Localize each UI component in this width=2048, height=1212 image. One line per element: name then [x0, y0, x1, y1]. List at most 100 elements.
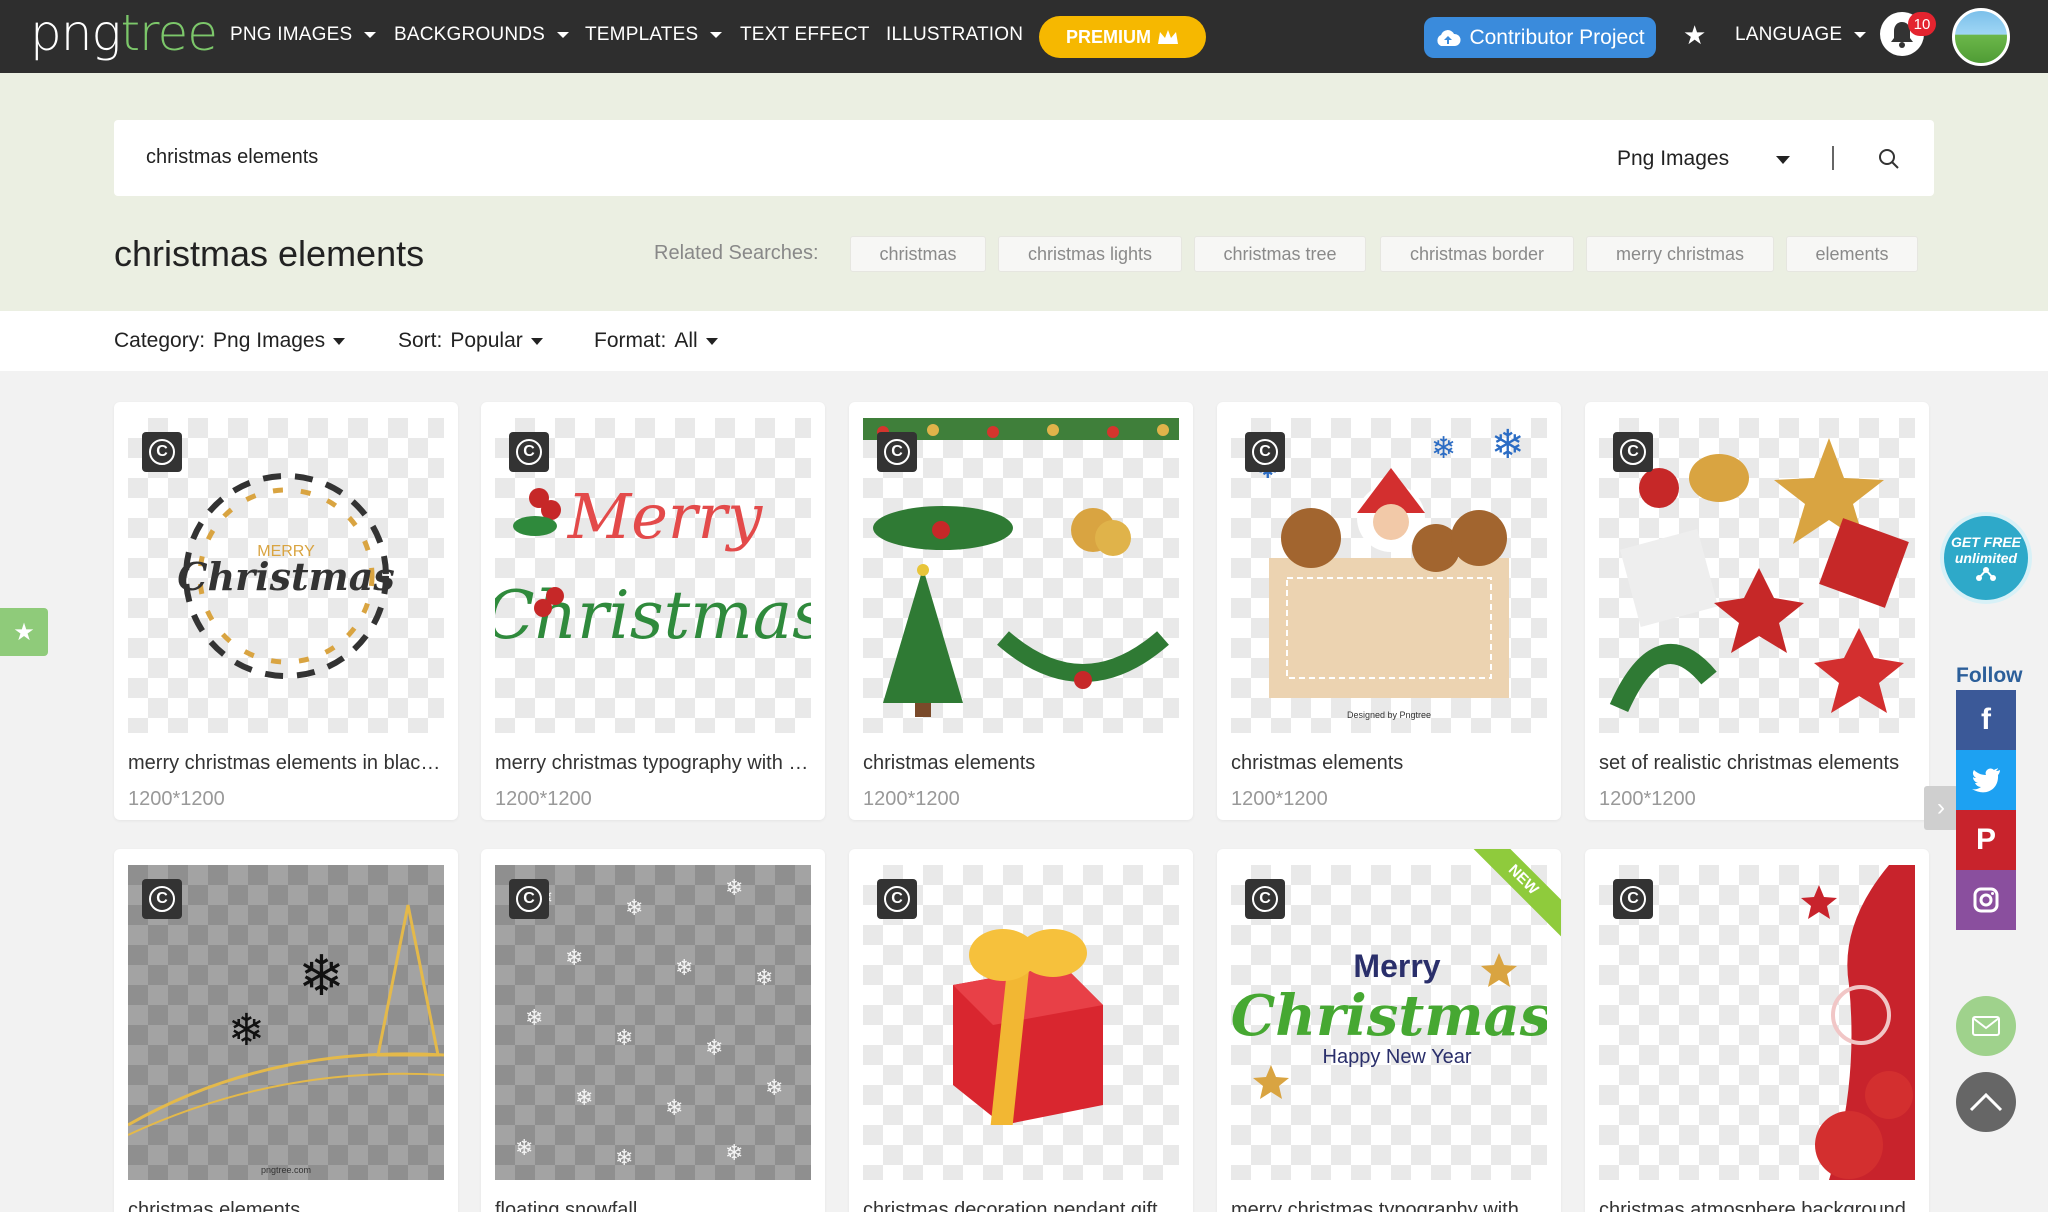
- copyright-icon: C: [1245, 432, 1285, 472]
- search-category-select[interactable]: Png Images: [1617, 147, 1729, 171]
- copyright-icon: C: [1613, 432, 1653, 472]
- card-thumbnail[interactable]: C: [1599, 865, 1915, 1180]
- back-to-top-icon[interactable]: [1956, 1072, 2016, 1132]
- copyright-icon: C: [142, 432, 182, 472]
- related-tag[interactable]: christmas tree: [1194, 236, 1366, 272]
- search-icon[interactable]: [1878, 148, 1900, 170]
- svg-text:❄: ❄: [675, 955, 693, 980]
- user-avatar[interactable]: [1952, 8, 2010, 66]
- related-tag[interactable]: elements: [1786, 236, 1918, 272]
- image-card[interactable]: C MERRY Christmas merry christmas elemen…: [114, 402, 458, 820]
- nav-png-images[interactable]: PNG IMAGES: [230, 24, 377, 46]
- image-card[interactable]: C Merry Christmas merry christmas typogr…: [481, 402, 825, 820]
- card-title[interactable]: christmas elements: [128, 1199, 446, 1212]
- copyright-icon: C: [877, 432, 917, 472]
- twitter-icon[interactable]: [1956, 750, 2016, 810]
- image-card[interactable]: C christmas atmosphere background: [1585, 849, 1929, 1212]
- related-tag[interactable]: christmas border: [1380, 236, 1574, 272]
- star-icon: ★: [13, 618, 35, 646]
- chevron-right-icon[interactable]: ›: [1924, 786, 1958, 830]
- snowflake-icon: ❄: [298, 944, 345, 1007]
- copyright-icon: C: [1613, 879, 1653, 919]
- svg-text:❄: ❄: [515, 1135, 533, 1160]
- card-title[interactable]: christmas atmosphere background: [1599, 1199, 1917, 1212]
- image-card[interactable]: C christmas elements 1200*1200: [849, 402, 1193, 820]
- image-card[interactable]: C christmas decoration pendant gift box: [849, 849, 1193, 1212]
- top-navbar: pngtree PNG IMAGES BACKGROUNDS TEMPLATES…: [0, 0, 2048, 73]
- svg-text:❄: ❄: [725, 875, 743, 900]
- image-card[interactable]: NEW C Merry Christmas Happy New Year mer…: [1217, 849, 1561, 1212]
- get-free-unlimited-badge[interactable]: GET FREE unlimited: [1940, 512, 2032, 604]
- page-title: christmas elements: [114, 233, 425, 274]
- related-tag[interactable]: merry christmas: [1586, 236, 1774, 272]
- card-title[interactable]: christmas elements: [863, 752, 1181, 775]
- copyright-icon: C: [509, 879, 549, 919]
- caret-down-icon: [705, 337, 718, 345]
- card-thumbnail[interactable]: C MERRY Christmas: [128, 418, 444, 733]
- related-tag[interactable]: christmas: [850, 236, 986, 272]
- cloud-upload-icon: [1437, 29, 1461, 46]
- nav-templates[interactable]: TEMPLATES: [585, 24, 723, 46]
- nav-backgrounds[interactable]: BACKGROUNDS: [394, 24, 570, 46]
- card-thumbnail[interactable]: C: [863, 865, 1179, 1180]
- filter-bar: Category: Png Images Sort: Popular Format:…: [0, 311, 2048, 371]
- pinterest-icon[interactable]: P: [1956, 810, 2016, 870]
- chevron-down-icon: [557, 32, 570, 38]
- related-tag[interactable]: christmas lights: [998, 236, 1182, 272]
- nav-illustration[interactable]: ILLUSTRATION: [886, 24, 1023, 46]
- notification-count-badge: 10: [1908, 12, 1936, 36]
- format-filter[interactable]: Format: All: [594, 329, 718, 353]
- card-thumbnail[interactable]: C ❄ ❄ pngtree.com: [128, 865, 444, 1180]
- chevron-down-icon: [1854, 32, 1867, 38]
- search-box: christmas elements Png Images: [114, 120, 1934, 196]
- image-card[interactable]: C ❄❄❄ ❄❄❄ ❄❄❄ ❄❄❄ ❄❄❄ floating snowfall: [481, 849, 825, 1212]
- card-thumbnail[interactable]: C: [1599, 418, 1915, 733]
- svg-text:❄: ❄: [755, 965, 773, 990]
- card-title[interactable]: set of realistic christmas elements: [1599, 752, 1917, 775]
- mail-icon[interactable]: [1956, 996, 2016, 1056]
- category-filter[interactable]: Category: Png Images: [114, 329, 346, 353]
- card-dimensions: 1200*1200: [128, 788, 225, 810]
- copyright-icon: C: [877, 879, 917, 919]
- contributor-project-button[interactable]: Contributor Project: [1424, 17, 1656, 58]
- snowflake-icon: ❄: [1491, 423, 1525, 467]
- crown-icon: [1158, 30, 1178, 44]
- card-thumbnail[interactable]: C Merry Christmas: [495, 418, 811, 733]
- pngtree-logo[interactable]: pngtree: [30, 4, 218, 62]
- sort-filter[interactable]: Sort: Popular: [398, 329, 543, 353]
- new-badge: NEW: [1471, 849, 1561, 939]
- card-title[interactable]: merry christmas typography with stars: [1231, 1199, 1549, 1212]
- svg-text:❄: ❄: [615, 1025, 633, 1050]
- card-title[interactable]: merry christmas typography with holly: [495, 752, 813, 775]
- card-thumbnail[interactable]: C ❄ ❄ ❄ Designed by Pngtree: [1231, 418, 1547, 733]
- card-dimensions: 1200*1200: [1599, 788, 1696, 810]
- card-thumbnail[interactable]: C: [863, 418, 1179, 733]
- image-card[interactable]: C set of realistic christmas elements 12…: [1585, 402, 1929, 820]
- search-input[interactable]: christmas elements: [146, 146, 318, 169]
- facebook-icon[interactable]: f: [1956, 690, 2016, 750]
- image-card[interactable]: C ❄ ❄ pngtree.com christmas elements: [114, 849, 458, 1212]
- svg-text:Happy New Year: Happy New Year: [1323, 1046, 1472, 1068]
- image-card[interactable]: C ❄ ❄ ❄ Designed by Pngtree christmas el…: [1217, 402, 1561, 820]
- svg-text:Merry: Merry: [1353, 948, 1440, 984]
- card-title[interactable]: floating snowfall: [495, 1199, 813, 1212]
- card-thumbnail[interactable]: C ❄❄❄ ❄❄❄ ❄❄❄ ❄❄❄ ❄❄❄: [495, 865, 811, 1180]
- svg-text:❄: ❄: [525, 1005, 543, 1030]
- copyright-icon: C: [142, 879, 182, 919]
- caret-down-icon: [333, 337, 346, 345]
- favorites-star-icon[interactable]: ★: [1683, 20, 1706, 51]
- instagram-icon[interactable]: [1956, 870, 2016, 930]
- copyright-icon: C: [1245, 879, 1285, 919]
- related-searches-label: Related Searches:: [654, 242, 819, 264]
- favorites-tab[interactable]: ★: [0, 608, 48, 656]
- card-title[interactable]: christmas elements: [1231, 752, 1549, 775]
- share-icon: [1976, 567, 1996, 581]
- snowflake-icon: ❄: [228, 1006, 265, 1055]
- card-title[interactable]: merry christmas elements in black and go…: [128, 752, 446, 775]
- svg-text:❄: ❄: [665, 1095, 683, 1120]
- caret-down-icon[interactable]: [1776, 156, 1790, 164]
- card-title[interactable]: christmas decoration pendant gift box: [863, 1199, 1181, 1212]
- premium-button[interactable]: PREMIUM: [1039, 16, 1206, 58]
- language-selector[interactable]: LANGUAGE: [1735, 24, 1867, 46]
- nav-text-effect[interactable]: TEXT EFFECT: [740, 24, 870, 46]
